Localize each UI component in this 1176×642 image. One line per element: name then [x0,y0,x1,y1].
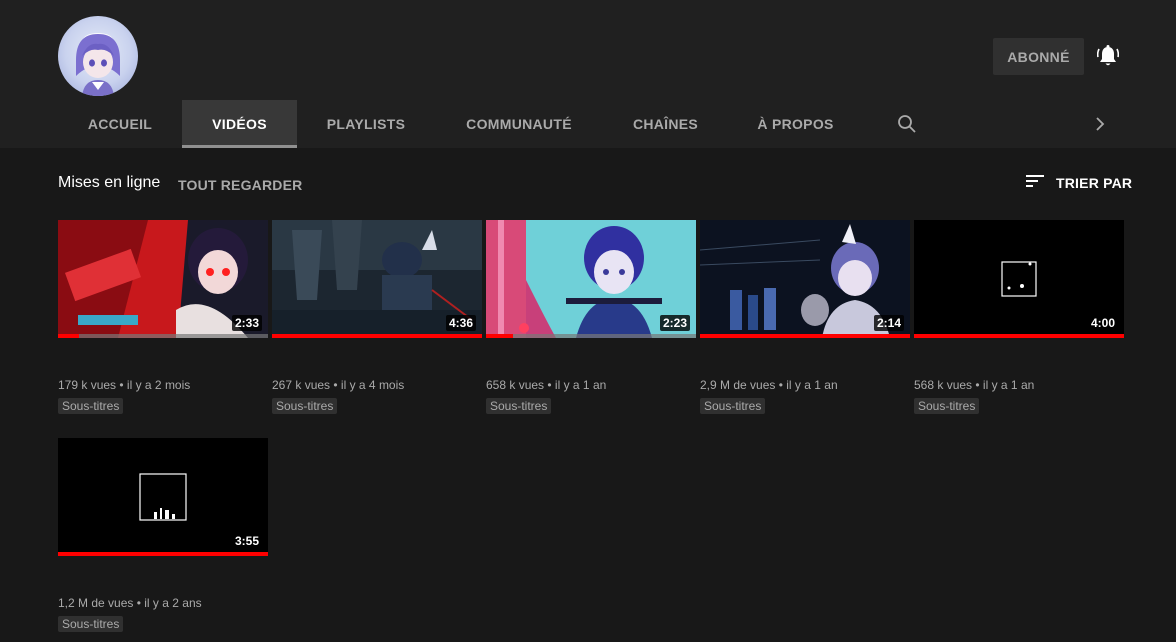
video-age: il y a 2 ans [144,596,202,610]
video-duration: 4:36 [445,315,476,331]
avatar-illustration [76,33,120,96]
video-meta: 2,9 M de vues • il y a 1 an [700,378,838,392]
video-duration: 3:55 [231,533,262,549]
tab-videos[interactable]: VIDÉOS [182,100,297,148]
sort-button[interactable]: TRIER PAR [1024,172,1132,194]
video-card[interactable]: 2:14 2,9 M de vues • il y a 1 an Sous-ti… [700,220,910,415]
tab-label: COMMUNAUTÉ [466,116,572,132]
video-meta: 658 k vues • il y a 1 an [486,378,607,392]
view-all-link[interactable]: TOUT REGARDER [178,177,302,193]
tab-label: ACCUEIL [87,116,153,132]
subtitles-badge: Sous-titres [700,398,766,414]
video-meta: 568 k vues • il y a 1 an [914,378,1035,392]
video-views: 267 k vues [272,378,331,392]
channel-avatar[interactable] [58,16,138,96]
video-meta: 179 k vues • il y a 2 mois [58,378,191,392]
video-meta: 1,2 M de vues • il y a 2 ans [58,596,202,610]
video-duration: 4:00 [1087,315,1118,331]
watch-progress [914,334,1124,338]
subscribe-button[interactable]: ABONNÉ [993,38,1084,75]
video-card[interactable]: 4:36 267 k vues • il y a 4 mois Sous-tit… [272,220,482,415]
watch-progress-fill [58,334,79,338]
video-card[interactable]: 3:55 1,2 M de vues • il y a 2 ans Sous-t… [58,438,268,633]
video-card[interactable]: 2:33 179 k vues • il y a 2 mois Sous-tit… [58,220,268,415]
video-card[interactable]: 2:23 658 k vues • il y a 1 an Sous-titre… [486,220,696,415]
tab-accueil[interactable]: ACCUEIL [58,100,182,148]
watch-progress [58,334,268,338]
channel-header: ABONNÉ ACCUEIL VIDÉOS PLAYLISTS COMMUNAU… [0,0,1176,148]
tab-playlists[interactable]: PLAYLISTS [297,100,435,148]
video-thumbnail[interactable]: 2:14 [700,220,910,338]
video-views: 658 k vues [486,378,545,392]
subtitles-badge: Sous-titres [58,398,124,414]
video-age: il y a 1 an [786,378,838,392]
video-duration: 2:33 [231,315,262,331]
tab-label: PLAYLISTS [326,116,406,132]
tab-label: À PROPOS [757,116,834,132]
video-thumbnail[interactable]: 2:23 [486,220,696,338]
video-thumbnail[interactable]: 4:36 [272,220,482,338]
watch-progress-fill [914,334,1124,338]
channel-tabs: ACCUEIL VIDÉOS PLAYLISTS COMMUNAUTÉ CHAÎ… [58,100,863,148]
video-views: 2,9 M de vues [700,378,776,392]
sort-icon [1024,173,1046,194]
search-icon[interactable] [893,110,921,138]
video-views: 568 k vues [914,378,973,392]
notification-bell-icon[interactable] [1094,42,1122,70]
video-meta: 267 k vues • il y a 4 mois [272,378,405,392]
video-views: 1,2 M de vues [58,596,134,610]
video-duration: 2:14 [873,315,904,331]
video-duration: 2:23 [659,315,690,331]
subtitles-badge: Sous-titres [914,398,980,414]
video-age: il y a 1 an [982,378,1035,392]
video-age: il y a 2 mois [126,378,191,392]
watch-progress-fill [58,552,268,556]
watch-progress [58,552,268,556]
video-age: il y a 1 an [554,378,607,392]
watch-progress [272,334,482,338]
watch-progress-fill [486,334,514,338]
watch-progress [486,334,696,338]
watch-progress-fill [272,334,482,338]
video-card[interactable]: 4:00 568 k vues • il y a 1 an Sous-titre… [914,220,1124,415]
chevron-right-icon[interactable] [1088,110,1112,138]
tab-label: VIDÉOS [212,116,267,132]
section-title: Mises en ligne [58,174,161,191]
watch-progress-fill [700,334,910,338]
video-age: il y a 4 mois [340,378,405,392]
video-thumbnail[interactable]: 2:33 [58,220,268,338]
video-views: 179 k vues [58,378,117,392]
sort-label: TRIER PAR [1056,175,1133,191]
video-thumbnail[interactable]: 3:55 [58,438,268,556]
subtitles-badge: Sous-titres [272,398,338,414]
tab-a-propos[interactable]: À PROPOS [728,100,863,148]
tab-communaute[interactable]: COMMUNAUTÉ [435,100,603,148]
tab-label: CHAÎNES [632,116,699,132]
subtitles-badge: Sous-titres [58,616,124,632]
video-thumbnail[interactable]: 4:00 [914,220,1124,338]
watch-progress [700,334,910,338]
tab-chaines[interactable]: CHAÎNES [603,100,728,148]
subtitles-badge: Sous-titres [486,398,552,414]
